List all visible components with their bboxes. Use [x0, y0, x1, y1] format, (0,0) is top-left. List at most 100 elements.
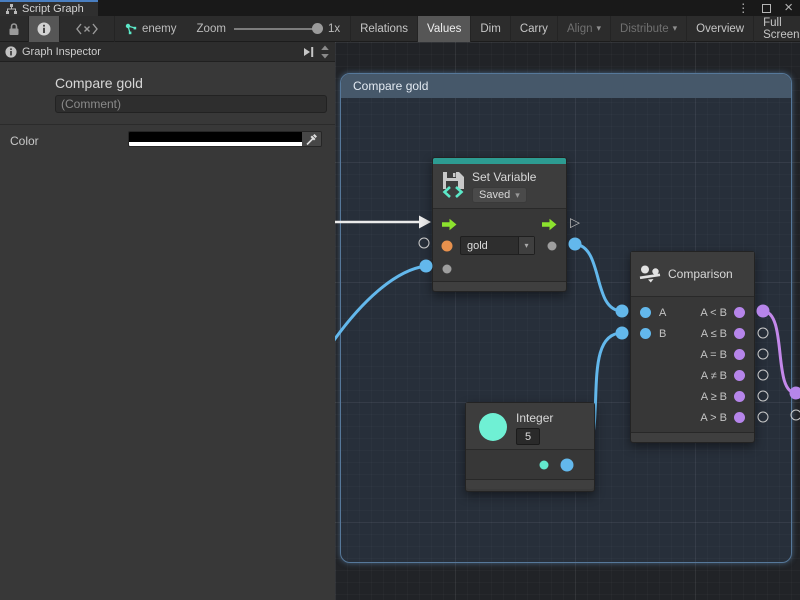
graph-reference-breadcrumb[interactable]: enemy — [115, 23, 187, 35]
comparison-header: Comparison — [631, 252, 754, 296]
connected-input-b[interactable] — [616, 327, 629, 340]
connected-port-offscreen[interactable] — [790, 387, 800, 400]
integer-output-port[interactable] — [540, 461, 549, 470]
color-label: Color — [10, 134, 39, 148]
node-footer — [433, 281, 566, 291]
integer-value-field[interactable]: 5 — [516, 428, 540, 445]
eyedropper-button[interactable] — [302, 132, 321, 146]
graph-ref-label: enemy — [142, 23, 177, 35]
value-input-port[interactable] — [443, 265, 452, 274]
unity-visual-scripting-window: Script Graph ⋮ × — [0, 0, 800, 600]
save-variable-icon — [440, 170, 467, 200]
align-dropdown[interactable]: Align ▾ — [558, 16, 611, 42]
menu-icon[interactable]: ⋮ — [737, 2, 749, 14]
node-title: Integer — [516, 411, 553, 425]
dock-panel-icon[interactable] — [303, 46, 315, 58]
group-title: Compare gold — [353, 79, 428, 93]
code-view-button[interactable] — [60, 16, 115, 42]
spinner-arrows[interactable] — [320, 44, 330, 60]
input-port-b[interactable] — [640, 328, 651, 339]
flow-input-arrow[interactable] — [442, 218, 457, 231]
set-variable-body: gold ▾ — [433, 208, 566, 281]
node-title: Set Variable — [472, 170, 536, 184]
output-port-greater[interactable] — [734, 412, 745, 423]
code-icon — [76, 23, 98, 35]
zoom-slider[interactable] — [234, 28, 320, 30]
chevron-down-icon: ▾ — [597, 23, 602, 34]
lock-button[interactable] — [0, 16, 29, 42]
output-port-equal[interactable] — [734, 349, 745, 360]
output-port-less[interactable] — [734, 307, 745, 318]
connected-output-less[interactable] — [757, 305, 770, 318]
info-icon — [37, 22, 51, 36]
chevron-down-icon: ▾ — [673, 23, 678, 34]
node-set-variable[interactable]: Set Variable Saved ▾ gold — [432, 157, 567, 292]
zoom-slider-thumb[interactable] — [312, 23, 323, 34]
comparison-row: A ≠ B — [631, 365, 754, 386]
variable-select[interactable]: gold ▾ — [460, 236, 535, 255]
chevron-down-icon: ▾ — [524, 241, 528, 250]
carry-button[interactable]: Carry — [511, 16, 558, 42]
color-row: Color — [0, 125, 335, 157]
comment-input[interactable] — [55, 95, 327, 113]
node-footer — [631, 432, 754, 442]
output-port-greaterequal[interactable] — [734, 391, 745, 402]
node-title: Comparison — [668, 267, 733, 281]
node-footer — [466, 479, 594, 489]
unconnected-port[interactable] — [758, 370, 769, 381]
chevron-down-icon: ▾ — [515, 190, 520, 201]
comparison-body: A A < B B A ≤ B A = B A ≠ B — [631, 296, 754, 432]
tab-label: Script Graph — [22, 3, 84, 15]
relations-button[interactable]: Relations — [351, 16, 418, 42]
restore-icon[interactable] — [762, 4, 771, 13]
distribute-dropdown[interactable]: Distribute ▾ — [611, 16, 687, 42]
connected-value-port[interactable] — [420, 260, 433, 273]
tab-script-graph[interactable]: Script Graph — [0, 0, 98, 16]
unconnected-port[interactable] — [758, 412, 769, 423]
comparison-row: A > B — [631, 407, 754, 428]
connected-value-port[interactable] — [569, 238, 582, 251]
close-icon[interactable]: × — [784, 2, 793, 14]
set-variable-header: Set Variable Saved ▾ — [433, 164, 566, 208]
color-field[interactable] — [128, 131, 322, 147]
overview-button[interactable]: Overview — [687, 16, 754, 42]
output-port-notequal[interactable] — [734, 370, 745, 381]
graph-canvas[interactable]: Compare gold — [335, 42, 800, 600]
unconnected-port[interactable] — [419, 238, 430, 249]
values-button[interactable]: Values — [418, 16, 471, 42]
window-tab-bar: Script Graph ⋮ × — [0, 0, 800, 16]
input-port-a[interactable] — [640, 307, 651, 318]
graph-inspector-panel: Graph Inspector Compare gold Color — [0, 42, 335, 600]
zoom-label: Zoom — [197, 23, 226, 35]
color-swatch[interactable] — [129, 132, 302, 146]
variable-name-port[interactable] — [442, 241, 453, 252]
flow-out-port[interactable]: ▷ — [570, 216, 580, 229]
dim-button[interactable]: Dim — [471, 16, 510, 42]
unconnected-port[interactable] — [758, 328, 769, 339]
zoom-control: Zoom 1x — [187, 23, 351, 35]
unconnected-port[interactable] — [758, 349, 769, 360]
graph-toolbar: enemy Zoom 1x Relations Values Dim Carry… — [0, 16, 800, 42]
flow-output-arrow[interactable] — [542, 218, 557, 231]
group-header[interactable]: Compare gold — [341, 74, 791, 98]
eyedropper-icon — [305, 133, 318, 146]
variable-kind-dropdown[interactable]: Saved ▾ — [472, 187, 527, 203]
output-port-lessequal[interactable] — [734, 328, 745, 339]
comparison-scale-icon — [639, 265, 661, 283]
node-integer[interactable]: Integer 5 — [465, 402, 595, 492]
fullscreen-button[interactable]: Full Screen — [754, 16, 800, 42]
graph-node-icon — [125, 23, 137, 35]
toolbar-toggles: Relations Values Dim Carry Align ▾ Distr… — [350, 16, 800, 42]
inspector-toggle-button[interactable] — [29, 16, 60, 42]
integer-type-icon — [479, 413, 507, 441]
unconnected-port-offscreen[interactable] — [791, 410, 800, 421]
value-output-port[interactable] — [548, 242, 557, 251]
connected-input-a[interactable] — [616, 305, 629, 318]
connected-integer-output[interactable] — [561, 459, 574, 472]
node-comparison[interactable]: Comparison A A < B B A ≤ B A = B — [630, 251, 755, 443]
integer-body — [466, 449, 594, 479]
script-graph-icon — [6, 4, 17, 15]
graph-title: Compare gold — [55, 75, 335, 91]
unconnected-port[interactable] — [758, 391, 769, 402]
variable-select-button[interactable]: ▾ — [518, 237, 534, 254]
